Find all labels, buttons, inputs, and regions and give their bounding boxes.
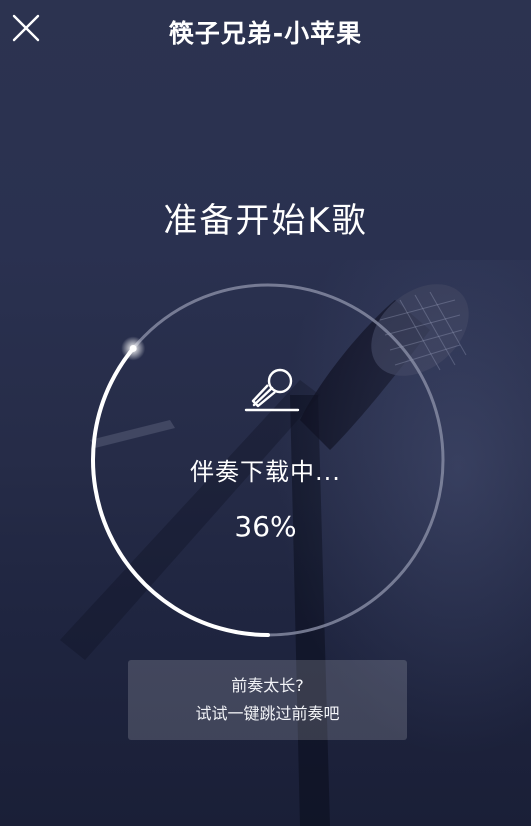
download-percent: 36% [234, 510, 297, 543]
skip-prelude-button[interactable]: 前奏太长? 试试一键跳过前奏吧 [128, 660, 407, 740]
progress-head [129, 344, 137, 352]
download-status-text: 伴奏下载中... [190, 458, 341, 486]
skip-prelude-line2: 试试一键跳过前奏吧 [195, 704, 340, 723]
skip-prelude-line1: 前奏太长? [231, 676, 304, 695]
microphone-icon [244, 368, 300, 412]
